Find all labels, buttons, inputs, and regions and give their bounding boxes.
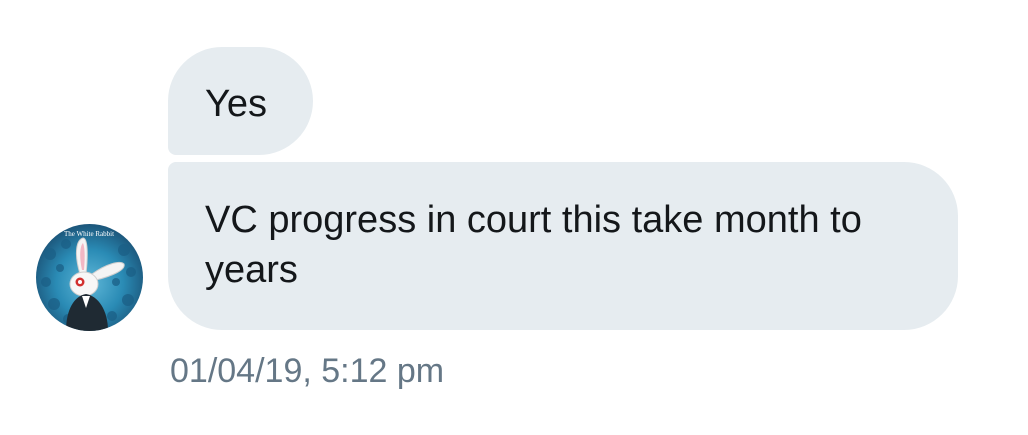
avatar-caption: The White Rabbit [64, 230, 114, 238]
message-bubble[interactable]: VC progress in court this take month to … [168, 162, 958, 330]
avatar[interactable]: The White Rabbit [36, 224, 143, 331]
message-timestamp: 01/04/19, 5:12 pm [170, 352, 445, 390]
message-bubble[interactable]: Yes [168, 47, 313, 155]
message-text: Yes [205, 83, 267, 125]
white-rabbit-avatar-icon: The White Rabbit [41, 230, 136, 331]
message-text: VC progress in court this take month to … [205, 199, 862, 291]
dm-thread: Yes VC progress in court this take month… [0, 0, 1028, 435]
